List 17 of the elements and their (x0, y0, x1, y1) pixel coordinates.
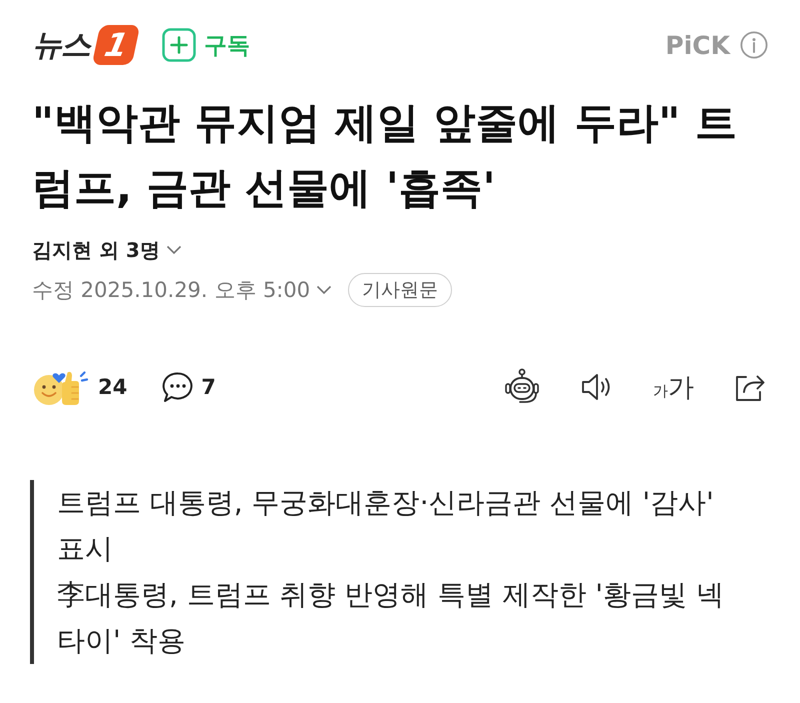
pick-label: PiCK (665, 30, 730, 60)
chevron-down-icon (316, 285, 332, 295)
byline-button[interactable]: 김지현 외 3명 (32, 232, 182, 268)
article-title: "백악관 뮤지엄 제일 앞줄에 두라" 트럼프, 금관 선물에 '흡족' (32, 97, 738, 214)
brand-logo[interactable]: 뉴스 1 (32, 24, 136, 66)
timestamp-button[interactable]: 수정 2025.10.29. 오후 5:00 (32, 276, 332, 304)
summary-text: 李대통령, 트럼프 취향 반영해 특별 제작한 '황금빛 넥타이' 착용 (57, 577, 725, 659)
comment-count: 7 (201, 375, 216, 399)
plus-icon (162, 28, 196, 62)
info-icon[interactable] (740, 31, 768, 59)
robot-icon[interactable] (503, 368, 541, 406)
comment-icon[interactable] (161, 370, 196, 404)
summary-text: 트럼프 대통령, 무궁화대훈장·신라금관 선물에 '감사' 표시 (57, 485, 715, 567)
original-article-button[interactable]: 기사원문 (348, 273, 452, 307)
font-size-button[interactable]: 가가 (653, 370, 694, 404)
reaction-count: 24 (98, 375, 128, 399)
chevron-down-icon (166, 245, 182, 255)
